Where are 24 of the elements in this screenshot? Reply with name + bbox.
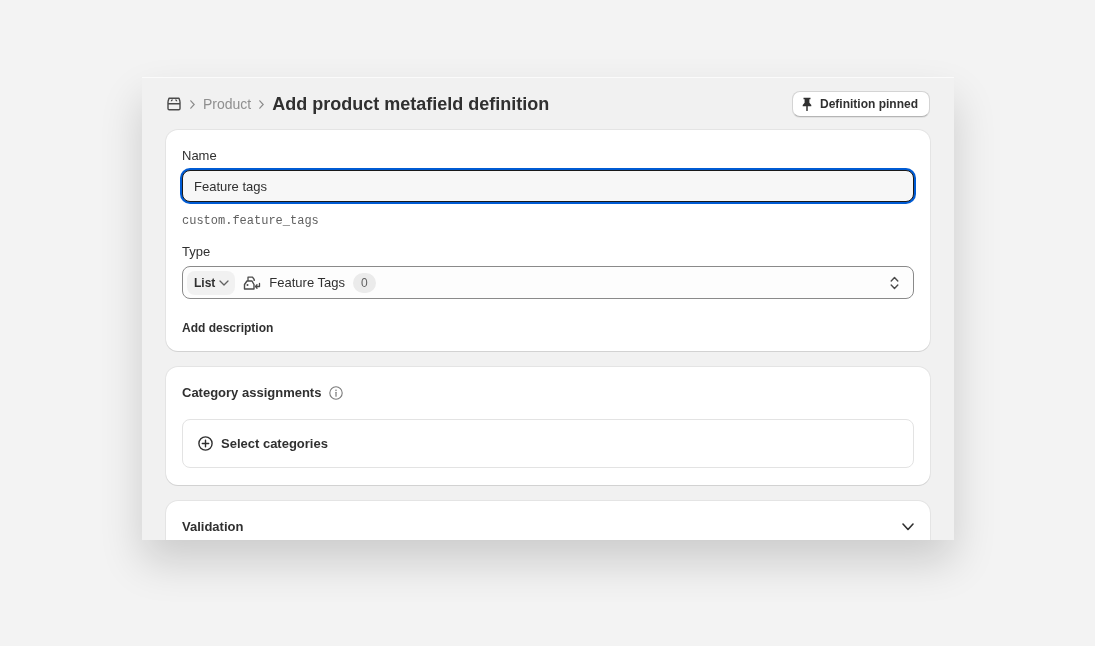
pin-icon — [802, 97, 812, 111]
definition-pinned-button[interactable]: Definition pinned — [792, 91, 930, 117]
list-toggle[interactable]: List — [187, 270, 236, 295]
bag-arrow-icon — [243, 274, 262, 291]
chevron-up-down-icon — [890, 275, 899, 290]
name-label: Name — [182, 147, 218, 165]
name-input-field[interactable]: Feature tags — [182, 170, 914, 202]
box-icon[interactable] — [166, 97, 182, 111]
validation-title: Validation — [182, 518, 244, 536]
chevron-right-icon — [259, 99, 265, 109]
count-badge: 0 — [353, 272, 376, 293]
plus-circle-icon — [198, 436, 213, 451]
info-icon[interactable] — [329, 386, 344, 400]
page-title: Add product metafield definition — [272, 93, 550, 116]
chevron-right-icon — [190, 99, 195, 109]
type-select-field[interactable]: List Feature Tags 0 — [182, 266, 914, 299]
namespace-key-text: custom.feature_tags — [182, 213, 320, 229]
add-description-button[interactable]: Add description — [182, 318, 274, 338]
type-label: Type — [182, 243, 212, 261]
chevron-down-icon — [219, 279, 230, 286]
type-name: Feature Tags — [269, 273, 345, 292]
category-title: Category assignments — [182, 384, 322, 402]
select-categories-button[interactable]: Select categories — [182, 419, 914, 468]
chevron-down-icon[interactable] — [902, 523, 914, 531]
